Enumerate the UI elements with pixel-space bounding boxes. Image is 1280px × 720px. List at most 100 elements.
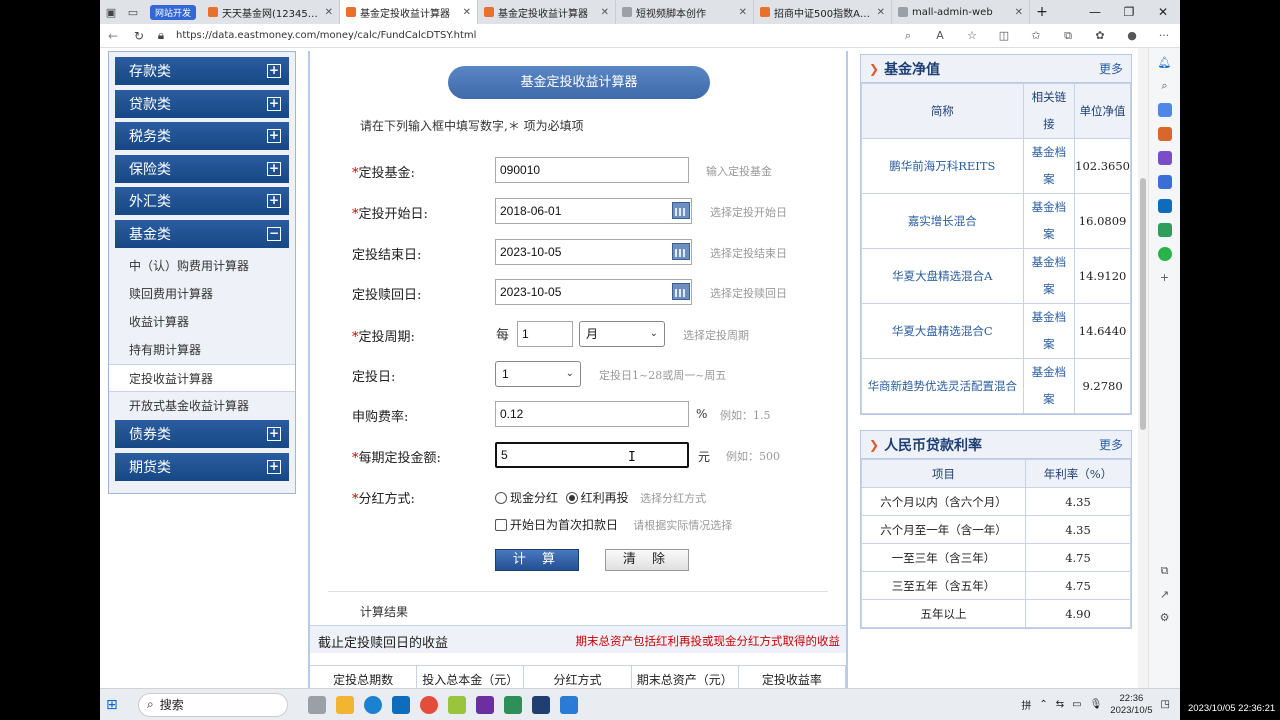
calendar-icon[interactable]: [672, 202, 690, 219]
split-window-icon[interactable]: ⧉: [1161, 564, 1169, 578]
period-count-input[interactable]: 1: [517, 321, 573, 347]
back-icon[interactable]: ←: [100, 29, 126, 43]
browser-tab[interactable]: 短视频脚本创作 ✕: [616, 0, 755, 24]
network-icon[interactable]: ⇆: [1056, 699, 1064, 710]
menu-category-loan[interactable]: 贷款类 +: [115, 89, 289, 118]
end-date-input[interactable]: 2023-10-05: [495, 239, 692, 265]
calendar-icon[interactable]: [672, 283, 690, 300]
fund-nav-more-link[interactable]: 更多: [1099, 60, 1123, 77]
app-icon[interactable]: [560, 695, 578, 714]
read-aloud-icon[interactable]: A: [924, 29, 956, 43]
close-tab-icon[interactable]: ✕: [325, 7, 333, 18]
fund-name-link[interactable]: 嘉实增长混合: [861, 193, 1024, 249]
close-tab-icon[interactable]: ✕: [463, 7, 471, 18]
drop-icon[interactable]: [1157, 223, 1172, 237]
scrollbar-thumb[interactable]: [1140, 178, 1146, 430]
add-sidebar-app-icon[interactable]: +: [1160, 271, 1169, 284]
menu-item-sip-return[interactable]: 定投收益计算器: [109, 364, 295, 392]
browser-tab[interactable]: 基金定投收益计算器 ✕: [478, 0, 617, 24]
close-tab-icon[interactable]: ✕: [877, 7, 885, 18]
loan-rate-more-link[interactable]: 更多: [1099, 436, 1123, 453]
file-explorer-icon[interactable]: [336, 695, 354, 714]
fund-code-input[interactable]: 090010: [495, 157, 689, 183]
toolbox-icon[interactable]: [1157, 127, 1172, 141]
calendar-icon[interactable]: [672, 243, 690, 260]
menu-category-forex[interactable]: 外汇类 +: [115, 187, 289, 215]
menu-category-bond[interactable]: 债券类 +: [115, 420, 289, 448]
fund-profile-link[interactable]: 基金档案: [1022, 358, 1076, 414]
clear-button[interactable]: 清 除: [605, 549, 689, 571]
close-tab-icon[interactable]: ✕: [601, 7, 609, 18]
fund-name-link[interactable]: 华商新趋势优选灵活配置混合: [861, 358, 1024, 414]
settings-gear-icon[interactable]: ⚙: [1160, 611, 1170, 624]
fund-name-link[interactable]: 鹏华前海万科REITS: [861, 138, 1024, 194]
external-link-icon[interactable]: ↗: [1160, 588, 1169, 601]
games-icon[interactable]: [1157, 151, 1172, 165]
sip-day-select[interactable]: 1 ⌄: [495, 361, 581, 387]
menu-category-futures[interactable]: 期货类 +: [115, 452, 289, 481]
period-unit-select[interactable]: 月 ⌄: [579, 321, 665, 347]
page-scrollbar[interactable]: [1138, 48, 1148, 688]
extension-icon[interactable]: ✿: [1084, 29, 1116, 43]
taskbar-search-box[interactable]: ⌕ 搜索: [138, 692, 288, 717]
favorite-star-icon[interactable]: ☆: [956, 29, 988, 43]
office-icon[interactable]: [1157, 175, 1172, 189]
app-icon[interactable]: [476, 695, 494, 714]
tab-group-label[interactable]: 网站开发: [150, 4, 197, 20]
close-tab-icon[interactable]: ✕: [739, 7, 747, 18]
outlook-icon[interactable]: [1157, 199, 1172, 213]
fee-rate-input[interactable]: 0.12: [495, 401, 689, 427]
close-tab-icon[interactable]: ✕: [1015, 7, 1023, 18]
edge-browser-icon[interactable]: [364, 695, 382, 714]
calculate-button[interactable]: 计 算: [495, 549, 579, 571]
ime-icon[interactable]: 拼: [1021, 697, 1031, 712]
windows-start-icon[interactable]: ⊞: [106, 697, 132, 713]
app-icon[interactable]: [448, 695, 466, 714]
menu-item-holding-period[interactable]: 持有期计算器: [115, 336, 289, 364]
radio-reinvest-dividend[interactable]: [565, 492, 578, 504]
notification-center-icon[interactable]: ◳: [1161, 699, 1170, 710]
notification-bell-icon[interactable]: 🔔︎: [1158, 56, 1172, 69]
app-icon[interactable]: [532, 695, 550, 714]
tab-actions-icon[interactable]: ▭: [122, 0, 144, 24]
url-field[interactable]: https://data.eastmoney.com/money/calc/Fu…: [176, 30, 776, 41]
profile-avatar[interactable]: ●: [1116, 29, 1148, 43]
menu-item-purchase-fee[interactable]: 中（认）购费用计算器: [115, 252, 289, 280]
radio-cash-dividend[interactable]: [495, 492, 507, 504]
maximize-icon[interactable]: ❐: [1112, 0, 1146, 24]
microphone-icon[interactable]: 🎙︎: [1090, 699, 1103, 710]
fund-profile-link[interactable]: 基金档案: [1022, 303, 1076, 359]
mail-icon[interactable]: [392, 695, 410, 714]
collections-icon[interactable]: ⧉: [1052, 29, 1084, 43]
refresh-icon[interactable]: ↻: [126, 29, 152, 43]
spotify-icon[interactable]: [1157, 247, 1172, 261]
browser-tab[interactable]: mall-admin-web ✕: [892, 0, 1031, 24]
lock-icon[interactable]: 🔒︎: [152, 28, 170, 43]
search-icon[interactable]: ⌕: [1161, 79, 1167, 93]
zoom-icon[interactable]: ⌕: [892, 29, 924, 43]
battery-icon[interactable]: ▭: [1072, 699, 1081, 710]
app-icon[interactable]: [504, 695, 522, 714]
browser-tab[interactable]: 天天基金网(1234567.c ✕: [202, 0, 341, 24]
start-date-input[interactable]: 2018-06-01: [495, 198, 692, 224]
split-screen-icon[interactable]: ◫: [988, 29, 1020, 43]
fund-profile-link[interactable]: 基金档案: [1022, 193, 1076, 249]
chrome-icon[interactable]: [420, 695, 438, 714]
browser-tab-active[interactable]: 基金定投收益计算器 ✕: [340, 0, 479, 24]
browser-tab[interactable]: 招商中证500指数A(00 ✕: [754, 0, 893, 24]
tag-icon[interactable]: [1157, 103, 1172, 117]
menu-item-redeem-fee[interactable]: 赎回费用计算器: [115, 280, 289, 308]
first-deduct-checkbox[interactable]: [495, 519, 507, 531]
menu-category-tax[interactable]: 税务类 +: [115, 122, 289, 150]
menu-item-open-fund-return[interactable]: 开放式基金收益计算器: [115, 392, 289, 420]
show-hidden-icon[interactable]: ⌃: [1039, 699, 1047, 710]
redeem-date-input[interactable]: 2023-10-05: [495, 279, 692, 305]
fund-name-link[interactable]: 华夏大盘精选混合A: [861, 248, 1024, 304]
minimize-icon[interactable]: —: [1078, 0, 1112, 24]
task-view-icon[interactable]: [308, 695, 326, 714]
fund-name-link[interactable]: 华夏大盘精选混合C: [861, 303, 1024, 359]
menu-category-fund[interactable]: 基金类 −: [115, 219, 289, 248]
menu-category-insurance[interactable]: 保险类 +: [115, 154, 289, 183]
menu-category-deposit[interactable]: 存款类 +: [115, 57, 289, 85]
more-menu-icon[interactable]: ···: [1148, 29, 1180, 43]
